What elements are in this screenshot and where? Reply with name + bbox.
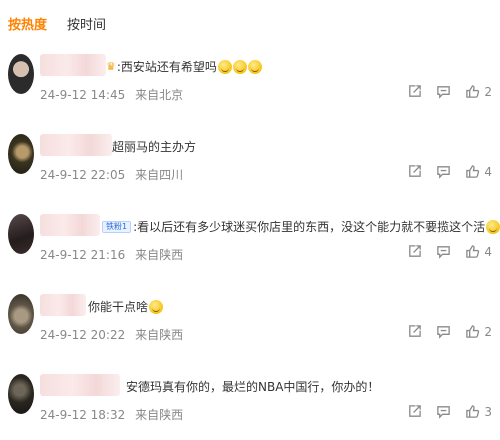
avatar[interactable] xyxy=(8,134,34,174)
like-count: 2 xyxy=(484,324,492,339)
comment-location: 来自四川 xyxy=(135,168,184,182)
comment-meta: 24-9-12 20:22 来自陕西 xyxy=(40,326,183,343)
like-button[interactable]: 2 xyxy=(465,324,492,339)
reply-button[interactable] xyxy=(436,244,451,259)
comment-item: 铁粉1 :看以后还有多少球迷买你店里的东西，没这个能力就不要揽这个活 24-9-… xyxy=(0,206,500,286)
comment-text: 你能干点啥 xyxy=(88,300,149,314)
thumbs-up-icon xyxy=(466,405,480,418)
comment-location: 来自陕西 xyxy=(135,408,184,422)
like-button[interactable]: 2 xyxy=(465,84,492,99)
thumbs-up-icon xyxy=(466,85,480,98)
username-blurred[interactable] xyxy=(40,214,100,236)
username-blurred[interactable] xyxy=(40,54,106,76)
like-count: 4 xyxy=(484,164,492,179)
share-button[interactable] xyxy=(407,164,422,179)
share-icon xyxy=(409,165,422,177)
reply-button[interactable] xyxy=(436,84,451,99)
comment-text: :看以后还有多少球迷买你店里的东西，没这个能力就不要揽这个活 xyxy=(133,220,486,234)
comment-meta: 24-9-12 18:32 来自陕西 xyxy=(40,406,183,423)
comment-text-line: 你能干点啥 xyxy=(88,298,164,315)
comment-meta: 24-9-12 14:45 来自北京 xyxy=(40,86,183,103)
username-blurred[interactable] xyxy=(40,134,112,156)
comment-date: 24-9-12 21:16 xyxy=(40,248,126,262)
comment-actions: 2 xyxy=(407,84,492,99)
comment-actions: 2 xyxy=(407,324,492,339)
reply-button[interactable] xyxy=(436,164,451,179)
username-blurred[interactable] xyxy=(40,294,86,316)
share-icon xyxy=(409,325,422,337)
share-icon xyxy=(409,405,422,417)
share-icon xyxy=(409,245,422,257)
share-button[interactable] xyxy=(407,404,422,419)
avatar[interactable] xyxy=(8,374,34,414)
comment-text: :西安站还有希望吗 xyxy=(116,60,217,74)
comment-item: 超丽马的主办方 24-9-12 22:05 来自四川 4 xyxy=(0,126,500,206)
reply-button[interactable] xyxy=(436,324,451,339)
share-button[interactable] xyxy=(407,244,422,259)
share-icon xyxy=(409,85,422,97)
comment-date: 24-9-12 22:05 xyxy=(40,168,126,182)
comment-date: 24-9-12 14:45 xyxy=(40,88,126,102)
avatar[interactable] xyxy=(8,214,34,254)
comment-location: 来自北京 xyxy=(135,88,184,102)
comment-actions: 3 xyxy=(407,404,492,419)
crown-icon: ♛ xyxy=(106,60,116,73)
fan-badge-label: 铁粉1 xyxy=(106,222,128,231)
avatar[interactable] xyxy=(8,294,34,334)
emoji-icon xyxy=(149,299,164,314)
comment-text: 超丽马的主办方 xyxy=(112,140,197,154)
comment-text-line: 安德玛真有你的，最烂的NBA中国行，你办的！ xyxy=(126,378,379,395)
comment-icon xyxy=(437,86,451,99)
comment-text-line: ♛ :西安站还有希望吗 xyxy=(106,58,262,75)
comment-date: 24-9-12 18:32 xyxy=(40,408,126,422)
sort-tabs: 按热度 按时间 xyxy=(8,12,106,34)
avatar[interactable] xyxy=(8,54,34,94)
comment-actions: 4 xyxy=(407,164,492,179)
comment-meta: 24-9-12 22:05 来自四川 xyxy=(40,166,183,183)
emoji-icon xyxy=(217,59,232,74)
like-button[interactable]: 3 xyxy=(465,404,492,419)
emoji-icon xyxy=(232,59,247,74)
username-blurred[interactable] xyxy=(40,374,120,396)
sort-by-hot-tab[interactable]: 按热度 xyxy=(8,14,47,33)
comment-text-line: 超丽马的主办方 xyxy=(112,138,196,155)
like-count: 4 xyxy=(484,244,492,259)
like-count: 3 xyxy=(484,404,492,419)
comment-text: 安德玛真有你的，最烂的NBA中国行，你办的！ xyxy=(126,380,380,394)
comment-location: 来自陕西 xyxy=(135,328,184,342)
comment-icon xyxy=(437,166,451,179)
emoji-icon xyxy=(247,59,262,74)
comment-item: 安德玛真有你的，最烂的NBA中国行，你办的！ 24-9-12 18:32 来自陕… xyxy=(0,366,500,440)
emoji-icon xyxy=(486,219,500,234)
comment-text-line: 铁粉1 :看以后还有多少球迷买你店里的东西，没这个能力就不要揽这个活 xyxy=(102,218,500,235)
like-button[interactable]: 4 xyxy=(465,164,492,179)
comment-icon xyxy=(437,406,451,419)
thumbs-up-icon xyxy=(466,165,480,178)
comment-item: 你能干点啥 24-9-12 20:22 来自陕西 2 xyxy=(0,286,500,366)
comment-actions: 4 xyxy=(407,244,492,259)
comment-icon xyxy=(437,246,451,259)
comment-icon xyxy=(437,326,451,339)
like-button[interactable]: 4 xyxy=(465,244,492,259)
thumbs-up-icon xyxy=(466,325,480,338)
reply-button[interactable] xyxy=(436,404,451,419)
fan-badge: 铁粉1 xyxy=(102,220,132,233)
comment-location: 来自陕西 xyxy=(135,248,184,262)
comment-meta: 24-9-12 21:16 来自陕西 xyxy=(40,246,183,263)
like-count: 2 xyxy=(484,84,492,99)
share-button[interactable] xyxy=(407,324,422,339)
sort-by-time-tab[interactable]: 按时间 xyxy=(67,14,106,33)
comment-date: 24-9-12 20:22 xyxy=(40,328,126,342)
share-button[interactable] xyxy=(407,84,422,99)
comment-item: ♛ :西安站还有希望吗 24-9-12 14:45 来自北京 2 xyxy=(0,46,500,126)
thumbs-up-icon xyxy=(466,245,480,258)
